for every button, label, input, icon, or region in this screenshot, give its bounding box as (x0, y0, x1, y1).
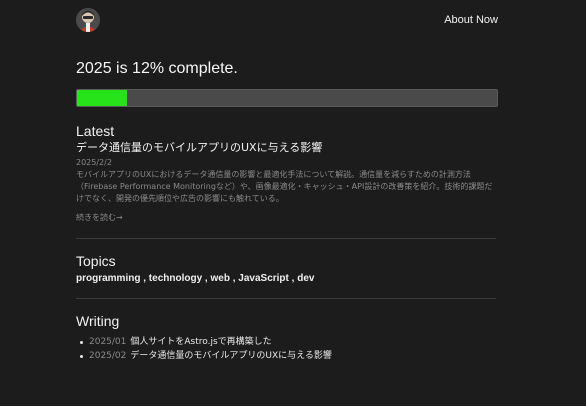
writing-date: 2025/02 (89, 351, 127, 361)
topics-heading: Topics (76, 253, 116, 269)
topics-section: Topics programming , technology , web , … (76, 253, 498, 284)
topic-link[interactable]: JavaScript (238, 273, 289, 284)
latest-section: Latest データ通信量のモバイルアプリのUXに与える影響 2025/2/2 … (76, 123, 498, 224)
topic-link[interactable]: programming (76, 273, 140, 284)
header: About Now (76, 8, 498, 32)
read-more-link[interactable]: 続きを読む→ (76, 212, 123, 223)
latest-post-date: 2025/2/2 (76, 158, 112, 167)
page-container: About Now 2025 is 12% complete. Latest デ… (76, 8, 498, 363)
topics-list: programming , technology , web , JavaScr… (76, 273, 498, 284)
list-item: 2025/01 個人サイトをAstro.jsで再構築した (76, 335, 498, 349)
divider (76, 238, 496, 239)
topic-link[interactable]: technology (149, 273, 202, 284)
latest-post-title[interactable]: データ通信量のモバイルアプリのUXに与える影響 (76, 141, 498, 155)
topic-link[interactable]: web (210, 273, 229, 284)
writing-title-link[interactable]: データ通信量のモバイルアプリのUXに与える影響 (130, 349, 331, 363)
avatar-icon (76, 8, 100, 32)
topic-separator: , (288, 273, 298, 284)
writing-list: 2025/01 個人サイトをAstro.jsで再構築した 2025/02 データ… (76, 335, 498, 363)
writing-section: Writing 2025/01 個人サイトをAstro.jsで再構築した 202… (76, 313, 498, 363)
list-item: 2025/02 データ通信量のモバイルアプリのUXに与える影響 (76, 349, 498, 363)
latest-heading: Latest (76, 123, 115, 139)
bullet-icon (80, 354, 83, 358)
latest-post-excerpt: モバイルアプリのUXにおけるデータ通信量の影響と最適化手法について解説。通信量を… (76, 170, 493, 203)
writing-heading: Writing (76, 313, 120, 329)
divider (76, 298, 496, 299)
year-progress-title: 2025 is 12% complete. (76, 60, 238, 77)
writing-date: 2025/01 (89, 337, 127, 347)
writing-title-link[interactable]: 個人サイトをAstro.jsで再構築した (130, 335, 271, 349)
bullet-icon (80, 340, 83, 344)
year-progress-bar (76, 89, 498, 107)
topic-separator: , (140, 273, 149, 284)
topic-link[interactable]: dev (297, 273, 314, 284)
year-progress-fill (77, 90, 128, 106)
avatar[interactable] (76, 8, 100, 32)
about-now-link[interactable]: About Now (444, 14, 498, 26)
